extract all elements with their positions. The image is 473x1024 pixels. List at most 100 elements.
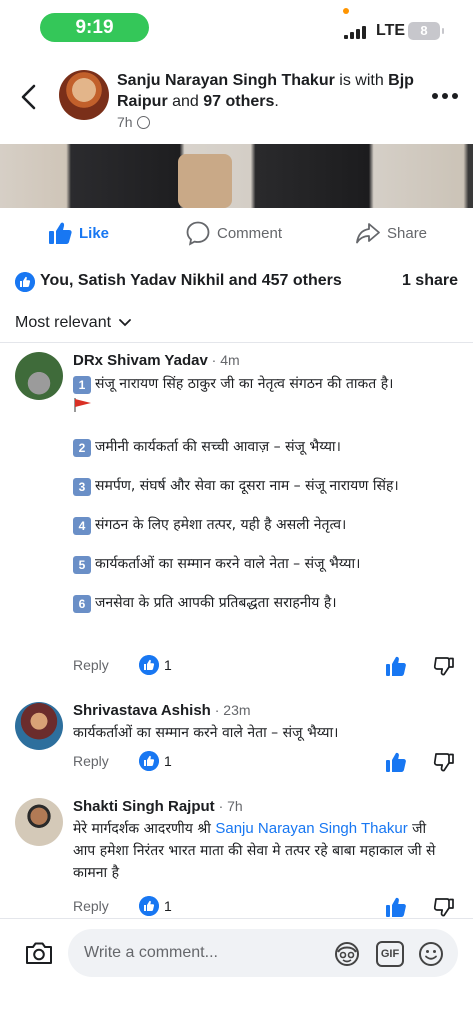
- and-text: and: [167, 93, 204, 110]
- status-bar: 9:19 LTE 8: [0, 0, 473, 52]
- reaction-count[interactable]: 1: [164, 898, 172, 914]
- number-emoji: 3: [73, 478, 91, 496]
- signal-icon: [344, 25, 368, 39]
- post-meta: 7h: [117, 114, 150, 130]
- share-label: Share: [387, 224, 428, 242]
- comment-time: · 7h: [214, 798, 243, 814]
- commenter-avatar[interactable]: [15, 352, 63, 400]
- post-photo[interactable]: [0, 144, 473, 208]
- comment-footer: Reply 1: [73, 896, 458, 918]
- back-arrow-icon[interactable]: [16, 82, 42, 112]
- status-time: 9:19: [40, 13, 149, 42]
- commenter-name-text: Shakti Singh Rajput: [73, 798, 215, 815]
- more-options-icon[interactable]: [432, 93, 458, 101]
- gif-button[interactable]: GIF: [376, 941, 404, 967]
- avatar-sticker-icon[interactable]: [334, 941, 360, 967]
- comment-line: 5 कार्यकर्ताओं का सम्मान करने वाले नेता –…: [73, 553, 458, 575]
- thumbs-down-icon[interactable]: [433, 896, 455, 918]
- comment-line: 4 संगठन के लिए हमेशा तत्पर, यही है असली न…: [73, 514, 458, 536]
- comment-label: Comment: [217, 224, 283, 242]
- comment-body: कार्यकर्ताओं का सम्मान करने वाले नेता – …: [73, 725, 339, 741]
- emoji-icon[interactable]: [418, 941, 444, 967]
- author-avatar[interactable]: [59, 70, 109, 120]
- thumbs-up-icon[interactable]: [385, 655, 407, 677]
- thumbs-up-icon[interactable]: [385, 751, 407, 773]
- share-count[interactable]: 1 share: [402, 272, 458, 290]
- divider: [0, 342, 473, 343]
- number-emoji: 2: [73, 439, 91, 457]
- with-text: is with: [334, 72, 389, 89]
- comment-placeholder: Write a comment...: [84, 944, 218, 961]
- share-arrow-icon: [356, 223, 380, 244]
- comment-line-text: जमीनी कार्यकर्ता की सच्ची आवाज़ – संजू भ…: [95, 439, 341, 455]
- camera-icon[interactable]: [24, 940, 54, 966]
- tagged-others[interactable]: 97 others: [203, 93, 274, 110]
- comment-line: 6 जनसेवा के प्रति आपकी प्रतिबद्धता सराहनी…: [73, 592, 458, 614]
- comment-line: 1 संजू नारायण सिंह ठाकुर जी का नेतृत्व सं…: [73, 373, 458, 395]
- reaction-summary-text[interactable]: You, Satish Yadav Nikhil and 457 others: [40, 272, 342, 290]
- number-emoji: 4: [73, 517, 91, 535]
- thumbs-up-icon[interactable]: [385, 896, 407, 918]
- commenter-name[interactable]: Shakti Singh Rajput · 7h: [73, 798, 243, 815]
- reaction-count[interactable]: 1: [164, 753, 172, 769]
- reaction-count[interactable]: 1: [164, 657, 172, 673]
- like-reaction-icon: [15, 272, 35, 292]
- thumbs-up-icon: [49, 222, 72, 244]
- number-emoji: 6: [73, 595, 91, 613]
- mention-link[interactable]: Sanju Narayan Singh Thakur: [215, 820, 407, 837]
- comment-line: 3 समर्पण, संघर्ष और सेवा का दूसरा नाम – स…: [73, 475, 458, 497]
- red-flag-icon: [74, 398, 91, 412]
- number-emoji: 1: [73, 376, 91, 394]
- commenter-avatar[interactable]: [15, 702, 63, 750]
- chevron-down-icon: [119, 319, 131, 327]
- comment-time: · 23m: [210, 702, 251, 718]
- like-reaction-icon[interactable]: [139, 896, 159, 916]
- thumbs-down-icon[interactable]: [433, 751, 455, 773]
- post-header: Sanju Narayan Singh Thakur is with Bjp R…: [0, 60, 473, 140]
- commenter-name-text: Shrivastava Ashish: [73, 702, 211, 719]
- post-time: 7h: [117, 114, 133, 130]
- commenter-name[interactable]: Shrivastava Ashish · 23m: [73, 702, 251, 719]
- commenter-name-text: DRx Shivam Yadav: [73, 352, 208, 369]
- commenter-avatar[interactable]: [15, 798, 63, 846]
- network-type: LTE: [376, 22, 406, 39]
- globe-icon: [136, 116, 150, 129]
- number-emoji: 5: [73, 556, 91, 574]
- comment-line: 2 जमीनी कार्यकर्ता की सच्ची आवाज़ – संजू …: [73, 436, 458, 458]
- sort-label: Most relevant: [15, 314, 112, 331]
- comment-line-text: समर्पण, संघर्ष और सेवा का दूसरा नाम – सं…: [95, 478, 399, 494]
- battery-icon: 8: [408, 22, 444, 40]
- like-button[interactable]: Like: [47, 220, 109, 246]
- comment-body: मेरे मार्गदर्शक आदरणीय श्री Sanju Naraya…: [73, 818, 451, 884]
- like-reaction-icon[interactable]: [139, 751, 159, 771]
- reply-button[interactable]: Reply: [73, 753, 109, 769]
- thumbs-down-icon[interactable]: [433, 655, 455, 677]
- comment-line-text: संगठन के लिए हमेशा तत्पर, यही है असली ने…: [95, 517, 347, 533]
- like-label: Like: [79, 224, 110, 242]
- comment-input[interactable]: Write a comment... GIF: [68, 929, 458, 977]
- author-name[interactable]: Sanju Narayan Singh Thakur: [117, 72, 335, 89]
- post-actions: Like Comment Share: [0, 210, 473, 256]
- comment-sort-dropdown[interactable]: Most relevant: [15, 314, 132, 332]
- comment-bubble-icon: [186, 221, 210, 246]
- reaction-summary[interactable]: You, Satish Yadav Nikhil and 457 others …: [0, 268, 473, 296]
- flag-emoji-row: [73, 397, 458, 419]
- comment-line-text: संजू नारायण सिंह ठाकुर जी का नेतृत्व संग…: [95, 376, 394, 392]
- reply-button[interactable]: Reply: [73, 898, 109, 914]
- comment-line-text: जनसेवा के प्रति आपकी प्रतिबद्धता सराहनीय…: [95, 595, 337, 611]
- reply-button[interactable]: Reply: [73, 657, 109, 673]
- period: .: [274, 93, 279, 110]
- like-reaction-icon[interactable]: [139, 655, 159, 675]
- comment-body: 1 संजू नारायण सिंह ठाकुर जी का नेतृत्व सं…: [73, 373, 458, 614]
- comment-time: · 4m: [207, 352, 240, 368]
- comment-footer: Reply 1: [73, 655, 458, 677]
- comment-button[interactable]: Comment: [185, 220, 473, 246]
- comment-line-text: कार्यकर्ताओं का सम्मान करने वाले नेता – …: [95, 556, 361, 572]
- photo-detail: [178, 154, 232, 208]
- comment-footer: Reply 1: [73, 751, 458, 773]
- privacy-indicator-dot: [343, 8, 349, 14]
- share-button[interactable]: Share: [355, 220, 427, 246]
- post-author-line: Sanju Narayan Singh Thakur is with Bjp R…: [117, 70, 417, 112]
- commenter-name[interactable]: DRx Shivam Yadav · 4m: [73, 352, 240, 369]
- comment-composer: Write a comment... GIF: [0, 918, 473, 1024]
